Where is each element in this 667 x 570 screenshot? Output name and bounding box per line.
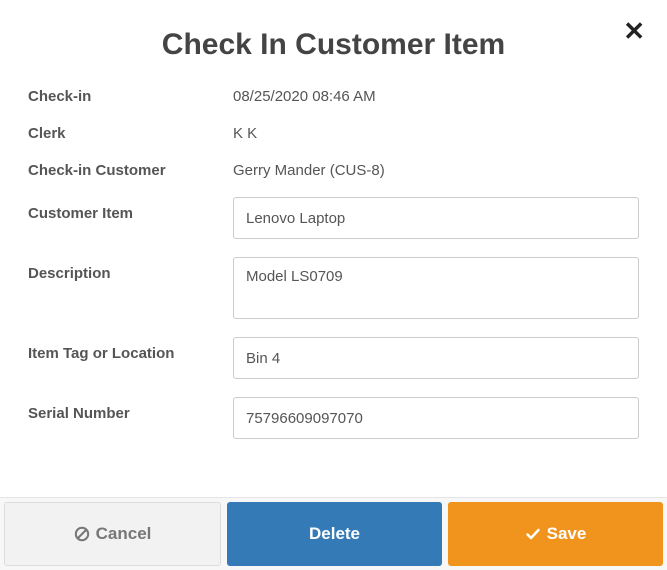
checkin-modal: ✕ Check In Customer Item Check-in 08/25/… (0, 0, 667, 570)
input-tag[interactable] (233, 337, 639, 379)
button-bar: Cancel Delete Save (0, 497, 667, 570)
cancel-icon (74, 526, 90, 542)
input-serial[interactable] (233, 397, 639, 439)
label-item: Customer Item (28, 197, 233, 222)
input-customer-item[interactable] (233, 197, 639, 239)
label-description: Description (28, 257, 233, 282)
label-serial: Serial Number (28, 397, 233, 422)
save-label: Save (547, 524, 587, 544)
row-clerk: Clerk K K (28, 117, 639, 142)
row-checkin: Check-in 08/25/2020 08:46 AM (28, 80, 639, 105)
input-description[interactable]: Model LS0709 (233, 257, 639, 319)
label-tag: Item Tag or Location (28, 337, 233, 362)
row-item: Customer Item (28, 197, 639, 239)
cancel-label: Cancel (96, 524, 152, 544)
form-body: Check-in 08/25/2020 08:46 AM Clerk K K C… (0, 80, 667, 439)
row-serial: Serial Number (28, 397, 639, 439)
value-customer: Gerry Mander (CUS-8) (233, 154, 639, 179)
check-icon (525, 526, 541, 542)
value-clerk: K K (233, 117, 639, 142)
row-tag: Item Tag or Location (28, 337, 639, 379)
label-customer: Check-in Customer (28, 154, 233, 179)
label-clerk: Clerk (28, 117, 233, 142)
save-button[interactable]: Save (448, 502, 663, 566)
close-button[interactable]: ✕ (623, 18, 645, 44)
cancel-button[interactable]: Cancel (4, 502, 221, 566)
value-checkin: 08/25/2020 08:46 AM (233, 80, 639, 105)
row-description: Description Model LS0709 (28, 257, 639, 319)
modal-title: Check In Customer Item (0, 0, 667, 80)
delete-label: Delete (309, 524, 360, 544)
label-checkin: Check-in (28, 80, 233, 105)
delete-button[interactable]: Delete (227, 502, 442, 566)
close-icon: ✕ (623, 18, 645, 44)
row-customer: Check-in Customer Gerry Mander (CUS-8) (28, 154, 639, 179)
